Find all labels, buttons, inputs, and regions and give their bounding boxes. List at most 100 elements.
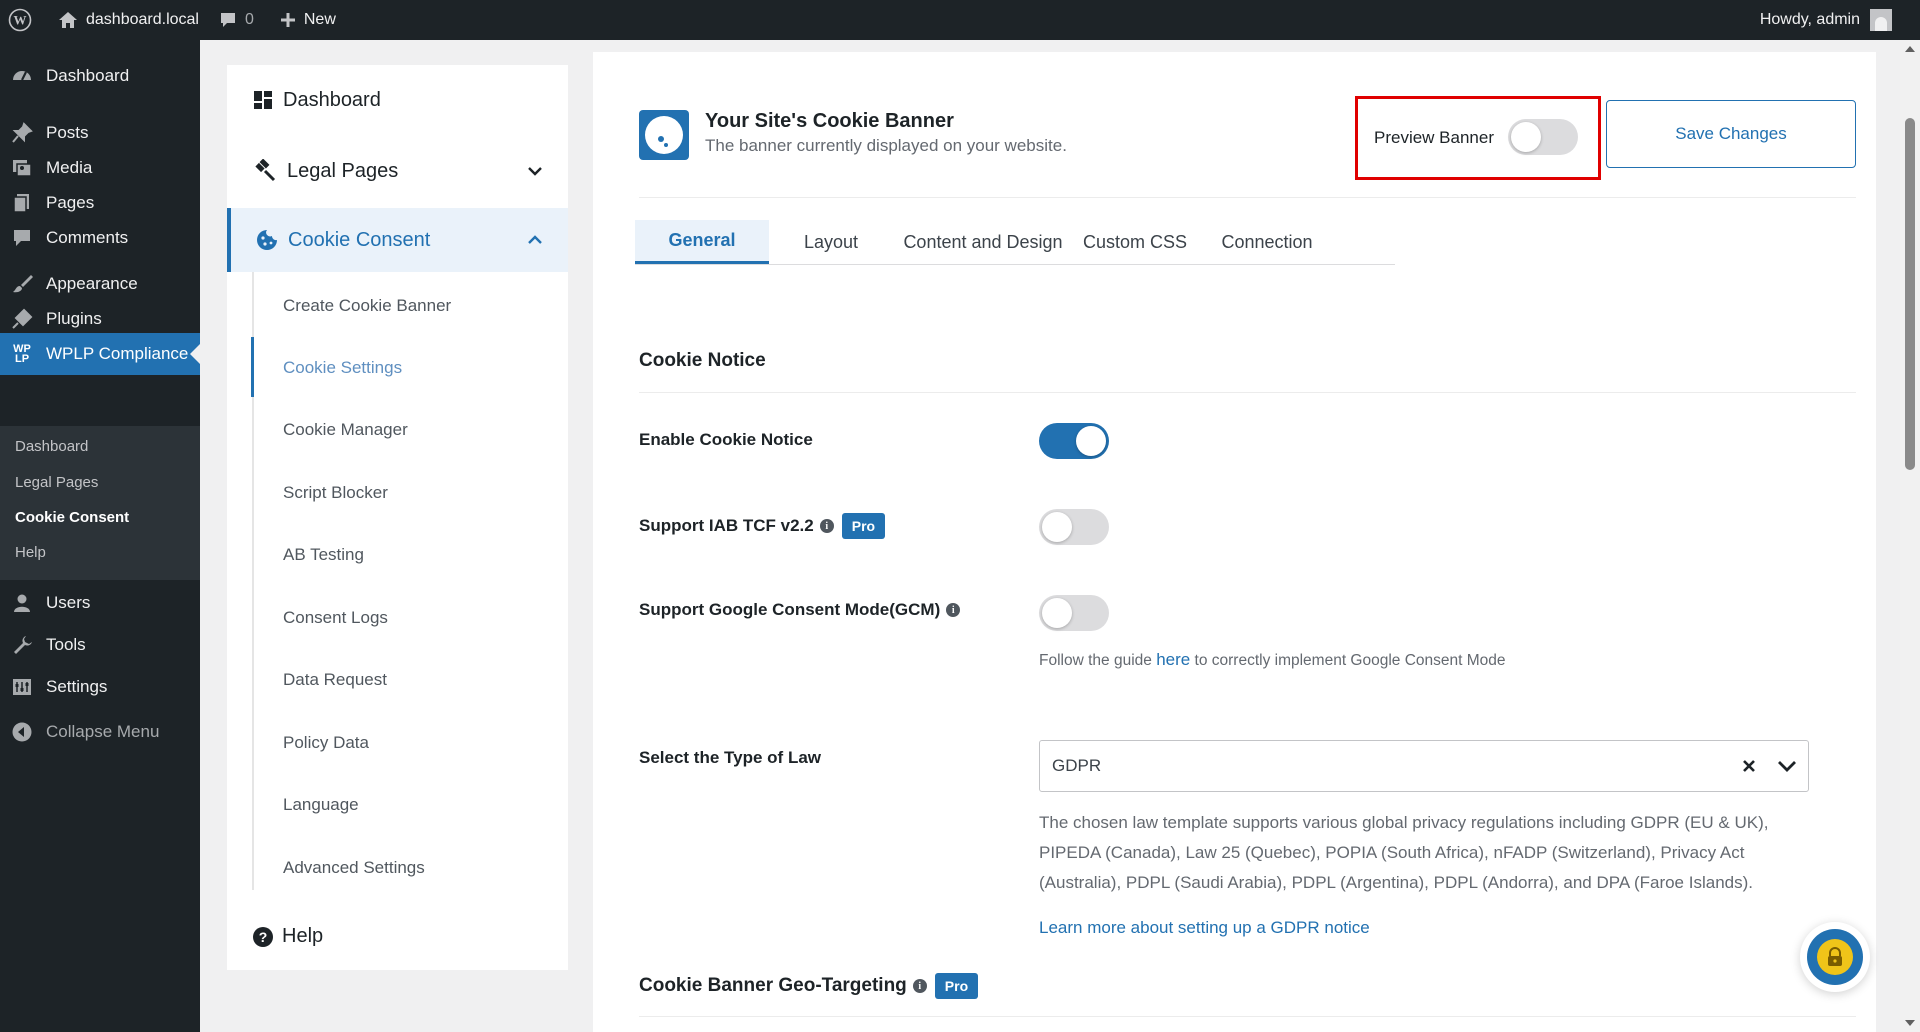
admin-bar: W dashboard.local 0 New Howdy, admin <box>0 0 1920 40</box>
plugin-nav-label: Cookie Consent <box>288 228 431 251</box>
clear-icon[interactable] <box>1738 755 1760 777</box>
chevron-down-icon[interactable] <box>1776 755 1798 777</box>
tab-content-and-design[interactable]: Content and Design <box>893 220 1073 264</box>
howdy-greeting: Howdy, admin <box>1759 11 1860 28</box>
law-type-select[interactable]: GDPR <box>1039 740 1809 792</box>
gcm-help-before: Follow the guide <box>1039 652 1157 669</box>
plugin-nav-label: Help <box>282 925 324 947</box>
chevron-down-icon[interactable] <box>527 166 543 176</box>
floating-consent-button[interactable] <box>1800 922 1870 992</box>
submenu-cookie-consent[interactable]: Cookie Consent <box>15 509 129 526</box>
info-icon[interactable]: i <box>946 603 961 617</box>
pro-badge: Pro <box>841 513 886 539</box>
user-icon <box>10 592 34 614</box>
support-iab-tcf-label: Support IAB TCF v2.2 i Pro <box>639 513 886 539</box>
plugin-sub-language[interactable]: Language <box>283 795 359 815</box>
page-title: Your Site's Cookie Banner <box>705 110 954 132</box>
submenu-active-indicator <box>251 337 254 397</box>
geo-targeting-title: Cookie Banner Geo-Targeting <box>639 975 907 996</box>
wordpress-logo-icon[interactable]: W <box>0 0 42 40</box>
cookie-icon <box>256 229 278 251</box>
gavel-icon <box>253 159 277 183</box>
menu-label: Tools <box>46 635 86 654</box>
new-content-link[interactable]: New <box>264 0 346 40</box>
svg-text:?: ? <box>259 929 268 945</box>
scrollbar-thumb[interactable] <box>1905 118 1915 470</box>
plugin-nav-legal-pages[interactable]: Legal Pages <box>227 136 568 206</box>
plugin-sub-create-cookie-banner[interactable]: Create Cookie Banner <box>283 296 451 316</box>
plugin-nav-label: Legal Pages <box>287 159 399 182</box>
collapse-menu-button[interactable]: Collapse Menu <box>0 711 200 753</box>
plugin-sub-ab-testing[interactable]: AB Testing <box>283 545 364 565</box>
submenu-dashboard[interactable]: Dashboard <box>15 438 88 455</box>
pages-icon <box>10 192 34 214</box>
grid-dashboard-icon <box>253 90 273 110</box>
submenu-legal-pages[interactable]: Legal Pages <box>15 474 98 491</box>
plugin-sub-policy-data[interactable]: Policy Data <box>283 733 369 753</box>
gcm-guide-link[interactable]: here <box>1156 650 1190 669</box>
pin-icon <box>10 122 34 144</box>
tab-connection[interactable]: Connection <box>1197 220 1337 264</box>
menu-label: Collapse Menu <box>46 722 160 741</box>
page-scrollbar[interactable] <box>1900 40 1920 1032</box>
menu-label: Media <box>46 158 93 177</box>
plugin-sub-data-request[interactable]: Data Request <box>283 670 387 690</box>
menu-label: Comments <box>46 228 129 247</box>
tab-layout[interactable]: Layout <box>769 220 893 264</box>
info-icon[interactable]: i <box>819 519 834 533</box>
menu-dashboard[interactable]: Dashboard <box>0 55 200 97</box>
plugin-nav-label: Dashboard <box>283 88 381 111</box>
row-label-text: Support IAB TCF v2.2 <box>639 516 814 535</box>
wplp-icon: WP LP <box>10 343 34 365</box>
menu-settings[interactable]: Settings <box>0 666 200 708</box>
law-description: The chosen law template supports various… <box>1039 813 1769 892</box>
site-name-link[interactable]: dashboard.local <box>42 0 209 40</box>
brush-icon <box>10 273 34 295</box>
scroll-up-icon[interactable] <box>1905 46 1915 52</box>
plugin-nav-help[interactable]: ? Help <box>252 925 323 948</box>
support-gcm-label: Support Google Consent Mode(GCM) i <box>639 600 961 620</box>
lock-icon <box>1817 939 1853 975</box>
plugin-sub-consent-logs[interactable]: Consent Logs <box>283 608 388 628</box>
submenu-help[interactable]: Help <box>15 544 46 561</box>
comments-count: 0 <box>244 11 254 28</box>
plugin-sub-cookie-settings[interactable]: Cookie Settings <box>283 358 402 378</box>
preview-banner-toggle[interactable] <box>1508 119 1578 155</box>
settings-panel: Your Site's Cookie Banner The banner cur… <box>593 52 1876 1032</box>
tab-general[interactable]: General <box>635 220 769 264</box>
plugin-sub-script-blocker[interactable]: Script Blocker <box>283 483 388 503</box>
enable-cookie-notice-label: Enable Cookie Notice <box>639 430 813 450</box>
chevron-up-icon[interactable] <box>527 235 543 245</box>
plugin-sidebar-nav: Dashboard Legal Pages Cookie Consent Cre… <box>227 65 568 970</box>
menu-label: Appearance <box>46 274 138 293</box>
law-type-label: Select the Type of Law <box>639 748 821 768</box>
my-account-link[interactable]: Howdy, admin <box>1760 0 1892 40</box>
admin-menu: Dashboard Posts Media Pages Comments App… <box>0 40 200 1032</box>
menu-label: Pages <box>46 193 95 212</box>
menu-tools[interactable]: Tools <box>0 624 200 666</box>
plugin-nav-cookie-consent[interactable]: Cookie Consent <box>227 208 568 272</box>
scroll-down-icon[interactable] <box>1905 1020 1915 1026</box>
tab-custom-css[interactable]: Custom CSS <box>1073 220 1197 264</box>
menu-users[interactable]: Users <box>0 582 200 624</box>
enable-cookie-notice-toggle[interactable] <box>1039 423 1109 459</box>
learn-more-link[interactable]: Learn more about setting up a GDPR notic… <box>1039 918 1370 938</box>
wplp-submenu: Dashboard Legal Pages Cookie Consent Hel… <box>0 426 200 580</box>
section-divider <box>639 392 1856 393</box>
law-type-value: GDPR <box>1052 756 1102 775</box>
plugin-sub-advanced-settings[interactable]: Advanced Settings <box>283 858 425 878</box>
support-iab-tcf-toggle[interactable] <box>1039 509 1109 545</box>
menu-wplp-compliance[interactable]: WP LP WPLP Compliance <box>0 333 200 375</box>
gcm-help-after: to correctly implement Google Consent Mo… <box>1190 652 1506 669</box>
support-gcm-toggle[interactable] <box>1039 595 1109 631</box>
geo-targeting-heading: Cookie Banner Geo-Targeting i Pro <box>639 973 979 999</box>
save-changes-button[interactable]: Save Changes <box>1606 100 1856 168</box>
menu-comments[interactable]: Comments <box>0 217 200 259</box>
menu-label: WPLP Compliance <box>46 344 189 363</box>
plugin-sub-cookie-manager[interactable]: Cookie Manager <box>283 420 408 440</box>
plugin-nav-dashboard[interactable]: Dashboard <box>227 65 568 135</box>
info-icon[interactable]: i <box>912 979 927 993</box>
wplp-logo-text: WP LP <box>13 343 31 365</box>
new-label: New <box>303 11 336 28</box>
comments-link[interactable]: 0 <box>209 0 264 40</box>
